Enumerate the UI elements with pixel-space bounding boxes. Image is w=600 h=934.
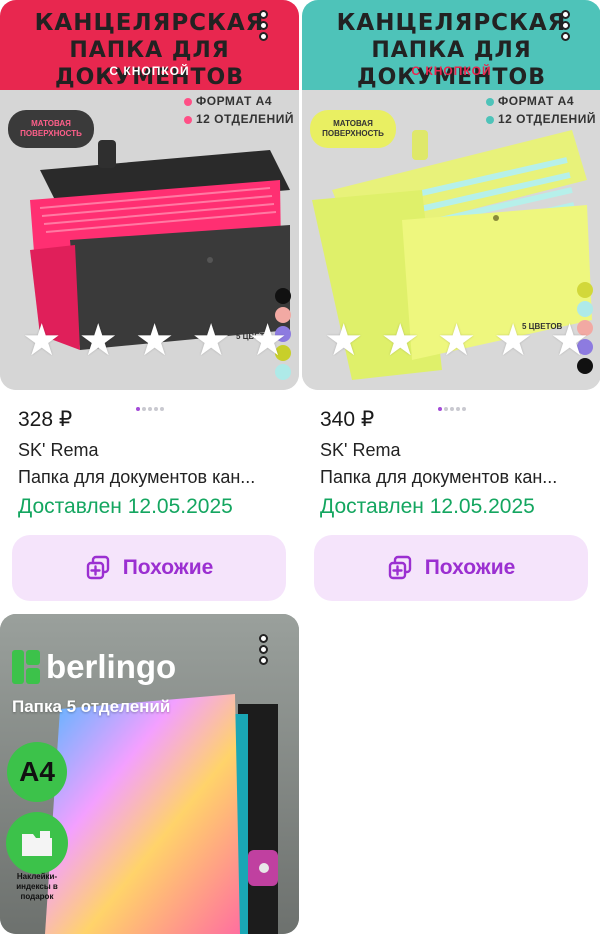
product-image[interactable]: КАНЦЕЛЯРСКАЯ ПАПКА ДЛЯ ДОКУМЕНТОВ С КНОП… (302, 0, 600, 390)
rating-stars: ★ ★ ★ ★ ★ (22, 316, 288, 365)
star-icon: ★ (380, 316, 420, 365)
banner-subtitle: С КНОПКОЙ (411, 64, 492, 78)
star-icon: ★ (436, 316, 477, 365)
sticker-badge (6, 812, 68, 874)
star-icon: ★ (247, 316, 288, 365)
feature-sections: 12 ОТДЕЛЕНИЙ (486, 112, 596, 126)
product-name[interactable]: Папка для документов кан... (18, 467, 283, 488)
star-icon: ★ (134, 316, 175, 365)
similar-label: Похожие (424, 556, 516, 579)
folder-subtitle: Папка 5 отделений (12, 697, 171, 716)
price: 328 ₽ (18, 408, 73, 431)
feature-format: ФОРМАТ А4 (486, 94, 574, 108)
star-icon: ★ (22, 316, 62, 365)
seller-name[interactable]: SK' Rema (320, 440, 400, 461)
folder-icon (22, 831, 52, 856)
product-image[interactable]: КАНЦЕЛЯРСКАЯ ПАПКА ДЛЯ ДОКУМЕНТОВ С КНОП… (0, 0, 299, 390)
seller-name[interactable]: SK' Rema (18, 440, 98, 461)
sticker-text: Наклейки-индексы в подарок (16, 872, 58, 901)
delivery-status: Доставлен 12.05.2025 (320, 495, 535, 518)
color-swatch (577, 282, 593, 298)
matte-surface-badge: МАТОВАЯ ПОВЕРХНОСТЬ (8, 110, 94, 148)
more-options-icon[interactable] (253, 634, 273, 670)
a4-badge: А4 (7, 742, 67, 802)
berlingo-logo: berlingo (12, 648, 176, 686)
product-card[interactable]: КАНЦЕЛЯРСКАЯ ПАПКА ДЛЯ ДОКУМЕНТОВ С КНОП… (302, 0, 600, 610)
color-swatch (275, 364, 291, 380)
product-image[interactable]: berlingo Папка 5 отделений А4 Наклейки-и… (0, 614, 299, 934)
rating-stars: ★ ★ ★ ★ ★ (324, 316, 590, 365)
color-swatch (577, 301, 593, 317)
star-icon: ★ (191, 316, 231, 365)
feature-format: ФОРМАТ А4 (184, 94, 272, 108)
berlingo-logo-text: berlingo (46, 648, 177, 685)
berlingo-logo-icon (12, 650, 40, 684)
similar-icon (388, 555, 411, 580)
product-card[interactable]: berlingo Папка 5 отделений А4 Наклейки-и… (0, 614, 299, 934)
similar-label: Похожие (122, 556, 214, 579)
more-options-icon[interactable] (253, 10, 273, 46)
similar-icon (86, 555, 109, 580)
similar-button[interactable]: Похожие (12, 535, 286, 601)
star-icon: ★ (549, 316, 590, 365)
star-icon: ★ (493, 316, 533, 365)
similar-button[interactable]: Похожие (314, 535, 588, 601)
star-icon: ★ (78, 316, 118, 365)
color-swatch (275, 288, 291, 304)
matte-surface-badge: МАТОВАЯ ПОВЕРХНОСТЬ (310, 110, 396, 148)
feature-sections: 12 ОТДЕЛЕНИЙ (184, 112, 294, 126)
banner-subtitle: С КНОПКОЙ (109, 64, 190, 78)
product-name[interactable]: Папка для документов кан... (320, 467, 585, 488)
price: 340 ₽ (320, 408, 375, 431)
delivery-status: Доставлен 12.05.2025 (18, 495, 233, 518)
product-card[interactable]: КАНЦЕЛЯРСКАЯ ПАПКА ДЛЯ ДОКУМЕНТОВ С КНОП… (0, 0, 299, 610)
star-icon: ★ (324, 316, 364, 365)
more-options-icon[interactable] (555, 10, 575, 46)
